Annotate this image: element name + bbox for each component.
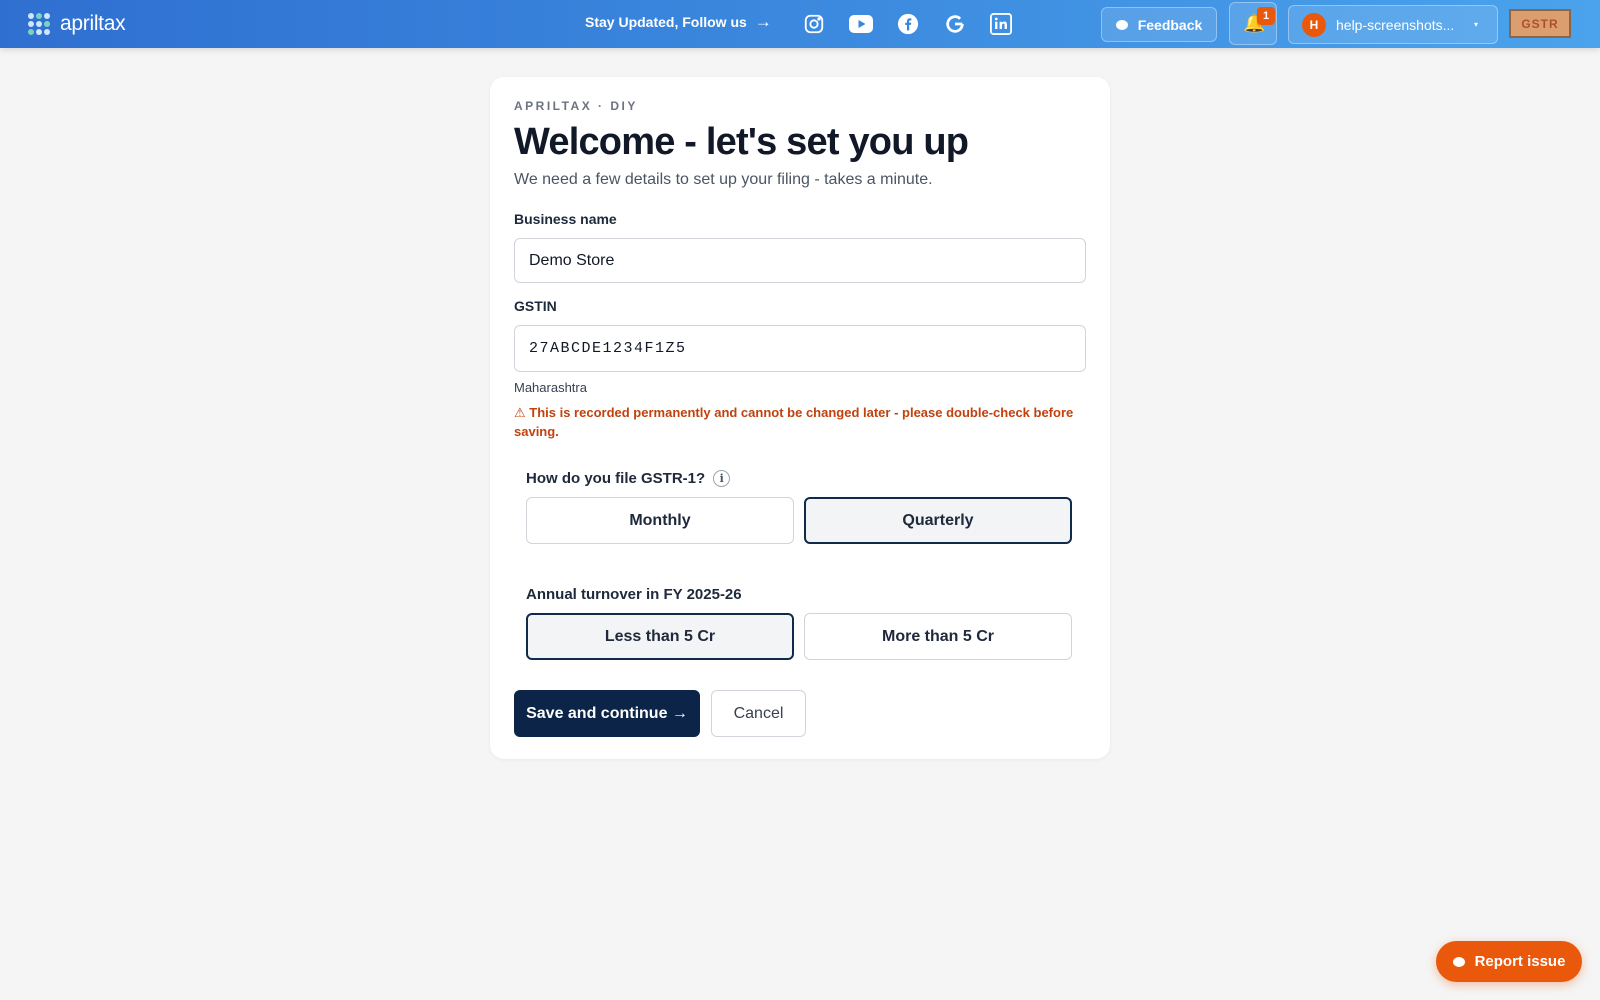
arrow-right-icon: → [754, 12, 772, 31]
linkedin-icon[interactable] [989, 12, 1013, 36]
top-bar: apriltax Stay Updated, Follow us → Feedb… [0, 0, 1600, 48]
gstin-state-text: Maharashtra [514, 380, 587, 395]
feedback-label: Feedback [1137, 16, 1203, 33]
turnover-label: Annual turnover in FY 2025-26 [526, 586, 742, 603]
save-and-continue-button[interactable]: Save and continue → [514, 690, 700, 737]
product-switcher-chip[interactable]: GSTR [1509, 9, 1571, 38]
cancel-button[interactable]: Cancel [711, 690, 806, 737]
business-name-label: Business name [514, 211, 617, 227]
youtube-icon[interactable] [849, 12, 873, 36]
chat-bubble-icon [1115, 19, 1128, 30]
setup-card: APRILTAX · DIY Welcome - let's set you u… [490, 77, 1110, 759]
eyebrow-label: APRILTAX · DIY [514, 99, 638, 113]
business-name-input[interactable] [514, 238, 1086, 283]
account-name: help-screenshots... [1336, 16, 1455, 33]
notifications-button[interactable]: 🔔 1 [1229, 2, 1277, 45]
notification-badge: 1 [1257, 7, 1275, 25]
page-title: Welcome - let's set you up [514, 121, 969, 163]
report-issue-label: Report issue [1474, 953, 1566, 970]
avatar: H [1302, 12, 1326, 37]
follow-text: Stay Updated, Follow us [585, 14, 747, 30]
gstin-warning-text: ⚠ This is recorded permanently and canno… [514, 405, 1074, 439]
chevron-down-icon: ▾ [1474, 20, 1479, 29]
option-quarterly[interactable]: Quarterly [804, 497, 1072, 544]
report-issue-button[interactable]: Report issue [1436, 941, 1582, 982]
brand-logo[interactable]: apriltax [28, 12, 126, 36]
option-more-than-5cr[interactable]: More than 5 Cr [804, 613, 1072, 660]
facebook-icon[interactable] [896, 12, 920, 36]
account-menu-button[interactable]: H help-screenshots... ▾ [1288, 5, 1498, 44]
follow-us-link[interactable]: Stay Updated, Follow us → [585, 12, 772, 31]
option-monthly[interactable]: Monthly [526, 497, 794, 544]
gstin-input[interactable] [514, 325, 1086, 372]
instagram-icon[interactable] [802, 12, 826, 36]
feedback-button[interactable]: Feedback [1101, 7, 1217, 42]
option-less-than-5cr[interactable]: Less than 5 Cr [526, 613, 794, 660]
chat-bubble-icon [1452, 956, 1465, 967]
apps-grid-icon [28, 13, 50, 35]
brand-name: apriltax [60, 12, 126, 35]
google-icon[interactable] [943, 12, 967, 36]
gstin-label: GSTIN [514, 298, 557, 314]
info-icon[interactable]: i [713, 470, 731, 487]
filing-frequency-label: How do you file GSTR-1? i [526, 470, 731, 487]
filing-frequency-label-text: How do you file GSTR-1? [526, 470, 706, 487]
page-subtitle: We need a few details to set up your fil… [514, 171, 933, 188]
